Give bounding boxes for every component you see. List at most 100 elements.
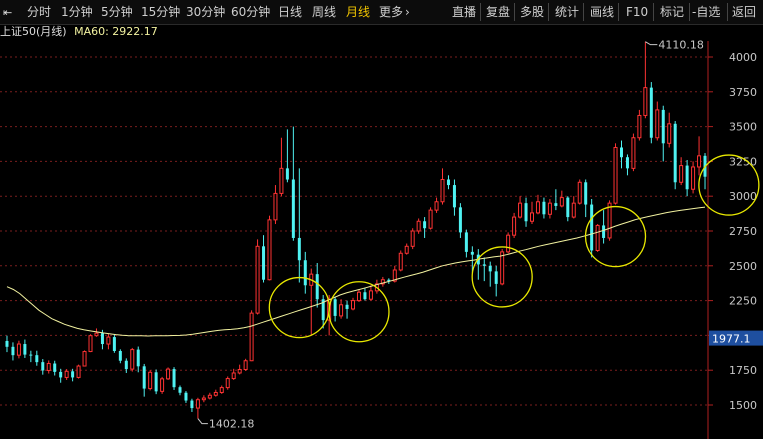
candle-body-down	[291, 179, 295, 238]
candle-body-up	[279, 167, 284, 194]
candle-body-down	[488, 265, 492, 272]
candle-body-down	[136, 349, 140, 367]
candle-body-up	[655, 109, 660, 139]
candle-body-down	[423, 221, 427, 229]
candle-body-down	[452, 185, 456, 208]
candle-body-up	[368, 290, 373, 300]
min-pointer	[197, 418, 208, 425]
candle-body-down	[554, 203, 558, 206]
candle-body-down	[11, 346, 15, 356]
candle-body-up	[94, 332, 99, 337]
candle-body-down	[602, 225, 606, 238]
candle-body-down	[333, 299, 337, 316]
candle-body-up	[607, 202, 612, 239]
candle-body-up	[416, 220, 421, 232]
candle-body-down	[345, 304, 349, 309]
candle-body-up	[351, 300, 356, 310]
y-tick-label: 3000	[729, 190, 757, 203]
candle-body-up	[667, 123, 672, 144]
candle-body-up	[46, 363, 51, 371]
candle-body-up	[201, 397, 206, 401]
candle-body-up	[64, 370, 69, 378]
candle-body-down	[53, 363, 57, 372]
candle-body-up	[637, 114, 642, 139]
candle-body-up	[631, 137, 636, 169]
candle-body-up	[160, 378, 165, 392]
candle-body-down	[190, 400, 194, 409]
candle-body-down	[5, 340, 9, 347]
candle-body-down	[590, 204, 594, 251]
candle-body-up	[76, 365, 81, 378]
y-tick-label: 3500	[729, 121, 757, 134]
candle-body-down	[649, 87, 653, 138]
max-pointer	[645, 41, 658, 46]
candle-body-up	[148, 371, 153, 390]
candle-body-down	[184, 392, 188, 401]
candle-body-down	[661, 109, 665, 144]
candle-body-up	[613, 146, 618, 204]
candle-body-up	[428, 209, 433, 229]
candle-body-up	[500, 251, 505, 285]
y-tick-label: 1750	[729, 364, 757, 377]
candle-body-down	[482, 264, 486, 266]
candle-body-up	[255, 245, 260, 314]
candle-body-up	[535, 201, 540, 214]
y-tick-label: 2250	[729, 295, 757, 308]
y-tick-label: 3750	[729, 86, 757, 99]
candle-body-down	[178, 387, 182, 393]
candle-body-up	[691, 166, 696, 190]
candle-body-up	[571, 202, 576, 218]
y-tick-label: 1500	[729, 399, 757, 412]
candle-body-up	[213, 391, 218, 396]
candle-body-up	[130, 349, 135, 370]
candle-body-up	[16, 343, 21, 356]
candle-body-down	[619, 147, 623, 158]
candle-body-up	[231, 372, 236, 380]
candle-body-up	[195, 399, 200, 409]
candle-body-up	[547, 202, 552, 215]
candle-body-up	[249, 312, 254, 362]
candle-body-down	[100, 333, 104, 345]
candle-body-down	[172, 369, 176, 388]
candle-body-down	[262, 246, 266, 280]
candle-body-down	[112, 337, 116, 351]
candle-body-down	[542, 201, 546, 215]
candle-body-down	[315, 274, 319, 300]
candle-body-up	[219, 387, 224, 393]
candle-body-down	[464, 232, 468, 252]
candlestick-chart[interactable]: 1500175020002250250027503000325035003750…	[0, 0, 763, 439]
candle-body-up	[577, 181, 582, 204]
candle-body-down	[673, 123, 677, 183]
y-tick-label: 2500	[729, 260, 757, 273]
candle-body-up	[530, 212, 534, 222]
candle-body-up	[88, 335, 93, 353]
highlight-circle	[584, 205, 647, 268]
candle-body-up	[356, 291, 361, 302]
candle-body-up	[679, 165, 684, 183]
candle-body-up	[697, 155, 702, 168]
highlight-circle	[268, 276, 330, 339]
candle-body-up	[106, 336, 111, 345]
candle-body-up	[207, 394, 212, 399]
candle-body-up	[404, 245, 409, 254]
candle-body-up	[440, 178, 445, 203]
candle-body-up	[273, 192, 278, 221]
candle-body-down	[59, 371, 63, 378]
candle-body-down	[142, 366, 146, 389]
candle-body-down	[124, 360, 128, 370]
candle-body-down	[71, 371, 75, 378]
candle-body-up	[243, 360, 248, 371]
candle-body-up	[82, 351, 87, 367]
current-price-label: 1977.1	[712, 333, 751, 346]
candle-body-down	[118, 350, 122, 361]
candle-body-up	[267, 219, 272, 281]
candle-body-down	[524, 203, 528, 222]
candle-body-up	[237, 369, 242, 374]
candle-body-up	[518, 202, 523, 218]
candle-body-up	[643, 87, 648, 116]
candle-body-down	[566, 197, 570, 218]
y-tick-label: 2750	[729, 225, 757, 238]
candle-body-down	[303, 260, 307, 286]
candle-body-down	[458, 207, 462, 233]
candle-body-down	[29, 354, 33, 356]
